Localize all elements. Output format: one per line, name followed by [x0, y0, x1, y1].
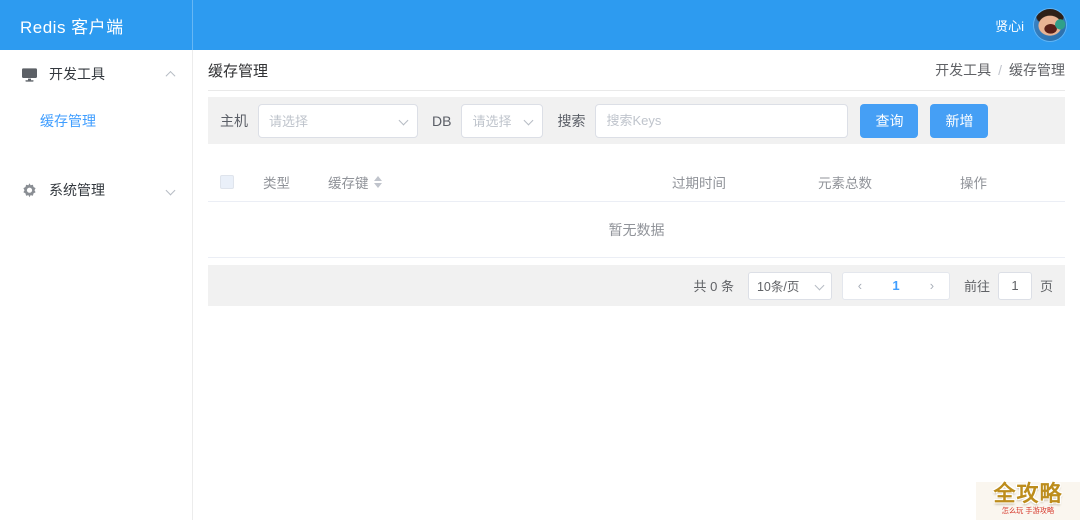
- column-element-count: 元素总数: [818, 175, 872, 191]
- page-unit-label: 页: [1039, 279, 1053, 294]
- breadcrumb-dev-tools[interactable]: 开发工具: [935, 60, 991, 80]
- db-select[interactable]: 请选择: [461, 103, 544, 138]
- topbar-user-area[interactable]: 贤心i: [995, 9, 1080, 41]
- breadcrumb-cache-management: 缓存管理: [1009, 62, 1065, 78]
- search-label: 搜索: [557, 112, 586, 129]
- pager: ‹ 1 ›: [841, 271, 950, 300]
- sort-asc-icon[interactable]: [373, 175, 382, 181]
- chevron-up-icon: [165, 70, 176, 81]
- select-all-cell: [208, 174, 253, 189]
- sidebar-item-cache-management[interactable]: 缓存管理: [0, 98, 192, 144]
- breadcrumb: 开发工具 / 缓存管理: [935, 60, 1065, 80]
- page-size-value: 10条/页: [756, 280, 800, 294]
- filter-bar: 主机 请选择 DB 请选择 搜索 查询 新增: [208, 97, 1065, 144]
- page-title: 缓存管理: [208, 62, 269, 80]
- host-select[interactable]: 请选择: [258, 103, 418, 138]
- host-select-placeholder: 请选择: [269, 114, 309, 129]
- chevron-down-icon: [814, 280, 825, 291]
- pagination-total: 共 0 条: [693, 279, 734, 294]
- user-avatar[interactable]: [1034, 9, 1066, 41]
- empty-text: 暂无数据: [608, 221, 665, 238]
- table-header: 类型 缓存键 过期时间 元素总数 操作: [208, 162, 1065, 202]
- sidebar-item-label: 开发工具: [49, 66, 105, 82]
- query-button[interactable]: 查询: [860, 103, 919, 138]
- column-cache-key: 缓存键: [317, 172, 662, 192]
- db-label: DB: [432, 112, 452, 129]
- sidebar-item-dev-tools[interactable]: 开发工具: [0, 50, 192, 98]
- breadcrumb-separator: /: [998, 62, 1002, 78]
- column-operation: 操作: [960, 175, 987, 191]
- goto-label: 前往: [963, 279, 990, 294]
- db-select-placeholder: 请选择: [472, 114, 512, 129]
- select-all-checkbox[interactable]: [220, 174, 234, 189]
- chevron-down-icon: [398, 115, 409, 126]
- app-logo-area: Redis 客户端: [0, 0, 193, 50]
- sidebar-item-system-management[interactable]: 系统管理: [0, 166, 192, 214]
- chevron-down-icon: [524, 115, 534, 126]
- page-header: 缓存管理 开发工具 / 缓存管理: [208, 50, 1065, 91]
- sidebar-subitem-label: 缓存管理: [40, 113, 96, 129]
- monitor-icon: [21, 66, 38, 83]
- chevron-down-icon: [165, 185, 176, 195]
- main-content: 缓存管理 开发工具 / 缓存管理 主机 请选择 DB 请选择 搜索 查询 新增 …: [193, 50, 1080, 520]
- search-input[interactable]: [606, 113, 838, 128]
- gear-icon: [21, 182, 38, 199]
- add-button[interactable]: 新增: [930, 103, 989, 138]
- next-page-button[interactable]: ›: [915, 273, 949, 299]
- topbar: Redis 客户端 贤心i: [0, 0, 1080, 50]
- sort-desc-icon[interactable]: [373, 182, 382, 188]
- sidebar: 开发工具 缓存管理 系统管理: [0, 50, 193, 520]
- host-label: 主机: [220, 112, 248, 129]
- prev-page-button[interactable]: ‹: [843, 273, 877, 299]
- current-page[interactable]: 1: [877, 278, 915, 293]
- sidebar-item-label: 系统管理: [49, 182, 105, 198]
- page-size-select[interactable]: 10条/页: [747, 271, 832, 300]
- column-cache-key-label: 缓存键: [328, 175, 369, 191]
- app-title: Redis 客户端: [20, 17, 124, 37]
- column-expire-time: 过期时间: [672, 175, 726, 191]
- column-type: 类型: [263, 175, 290, 191]
- pagination-bar: 共 0 条 10条/页 ‹ 1 › 前往 页: [208, 265, 1065, 306]
- search-input-wrapper: [595, 103, 849, 138]
- username[interactable]: 贤心i: [995, 16, 1024, 35]
- goto-page-input[interactable]: [997, 271, 1032, 300]
- table-empty-state: 暂无数据: [208, 202, 1065, 258]
- sort-carets-icon[interactable]: [373, 175, 382, 188]
